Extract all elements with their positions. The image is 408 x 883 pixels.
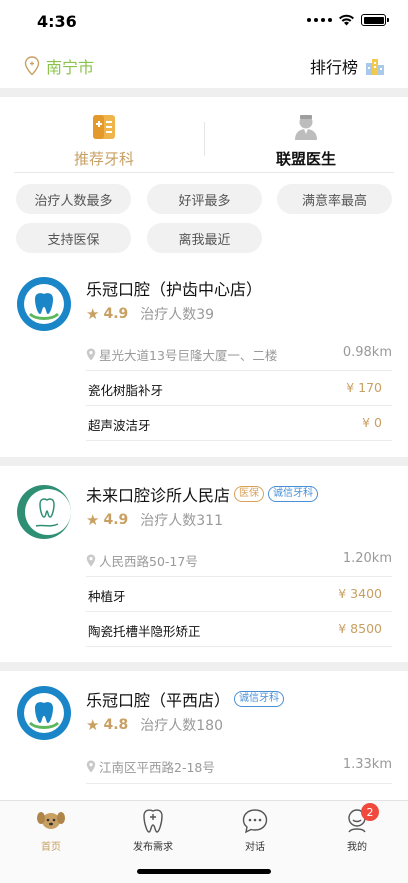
tabbar-profile[interactable]: 2 我的 [317,803,397,853]
home-indicator [137,869,271,874]
address-text: 星光大道13号巨隆大厦一、二楼 [99,348,278,363]
service-price: ¥ 0 [362,415,382,430]
signal-icon [307,18,332,22]
service-divider [86,370,392,371]
service-price: ¥ 8500 [338,621,382,636]
clinic-card[interactable]: 乐冠口腔（平西店） 诚信牙科 ★ 4.8 治疗人数180 江南区平西路2-18号… [0,671,408,800]
status-bar: 4:36 [0,0,408,44]
clinic-name: 乐冠口腔（平西店） 诚信牙科 [86,687,285,711]
service-name: 超声波洁牙 [88,418,151,433]
star-icon: ★ [86,716,100,734]
home-dog-icon [37,812,65,829]
status-time: 4:36 [37,12,77,31]
clinic-address: 江南区平西路2-18号 [86,757,215,776]
service-name: 陶瓷托槽半隐形矫正 [88,624,201,639]
tabs-underline [14,172,394,173]
patient-count: 治疗人数311 [140,513,223,529]
service-price: ¥ 3400 [338,586,382,601]
clinic-distance: 1.33km [342,757,392,772]
filter-most-patients[interactable]: 治疗人数最多 [16,184,131,214]
star-icon: ★ [86,511,100,529]
address-text: 人民西路50-17号 [99,554,198,569]
rating-score: 4.9 [103,512,129,528]
service-divider [86,611,392,612]
header: 南宁市 排行榜 [0,44,408,88]
patient-count: 治疗人数180 [140,718,223,734]
clinic-rating: ★ 4.9 治疗人数39 [86,304,214,324]
clinic-logo [17,485,71,539]
tabbar-label: 发布需求 [133,842,173,853]
clinic-distance: 0.98km [342,345,392,360]
service-name: 瓷化树脂补牙 [88,383,164,398]
clinic-card[interactable]: 乐冠口腔（护齿中心店） ★ 4.9 治疗人数39 星光大道13号巨隆大厦一、二楼… [0,262,408,457]
tabbar-label: 首页 [41,842,61,853]
section-divider [0,662,408,671]
tabbar-label: 我的 [347,842,367,853]
service-price: ¥ 170 [346,380,382,395]
tab-label: 联盟医生 [275,150,336,168]
ranking-building-icon [366,59,384,75]
star-icon: ★ [86,305,100,323]
filter-best-reviews[interactable]: 好评最多 [147,184,262,214]
insurance-badge: 医保 [234,486,265,502]
city-label: 南宁市 [46,58,95,77]
clinic-name-text: 乐冠口腔（平西店） [86,691,231,710]
trusted-dental-badge: 诚信牙科 [234,691,285,707]
clinic-rating: ★ 4.9 治疗人数311 [86,510,223,530]
service-divider [86,576,392,577]
city-selector[interactable]: 南宁市 [24,54,94,78]
clinic-name-text: 乐冠口腔（护齿中心店） [86,280,263,299]
rating-score: 4.8 [103,717,129,733]
filter-insurance[interactable]: 支持医保 [16,223,131,253]
location-icon [86,348,96,361]
filter-highest-satisfaction[interactable]: 满意率最高 [277,184,392,214]
service-divider [86,405,392,406]
location-pin-icon [24,56,40,76]
section-divider [0,457,408,466]
clinic-logo [17,277,71,331]
clinic-card[interactable]: 未来口腔诊所人民店 医保 诚信牙科 ★ 4.9 治疗人数311 人民西路50-1… [0,466,408,662]
service-divider [86,440,392,441]
service-divider [86,783,392,784]
rating-score: 4.9 [103,306,129,322]
clinic-address: 人民西路50-17号 [86,551,198,570]
clinic-name-text: 未来口腔诊所人民店 [86,486,231,505]
address-text: 江南区平西路2-18号 [99,760,215,775]
tab-label: 推荐牙科 [73,150,134,168]
battery-icon [361,14,389,26]
tab-separator [204,122,205,156]
location-icon [86,760,96,773]
clinic-address: 星光大道13号巨隆大厦一、二楼 [86,345,277,364]
service-name: 种植牙 [88,589,126,604]
ranking-label: 排行榜 [309,58,358,77]
location-icon [86,554,96,567]
tooth-plus-icon [143,809,163,833]
clinic-rating: ★ 4.8 治疗人数180 [86,715,223,735]
dental-clinic-icon [93,115,115,139]
section-divider [0,88,408,97]
tabbar-label: 对话 [245,842,265,853]
tabbar-home[interactable]: 首页 [11,807,91,853]
clinic-distance: 1.20km [342,551,392,566]
clinic-logo [17,686,71,740]
patient-count: 治疗人数39 [140,307,215,323]
filter-nearest[interactable]: 离我最近 [147,223,262,253]
clinic-name: 乐冠口腔（护齿中心店） [86,276,262,300]
tabbar-post-request[interactable]: 发布需求 [113,807,193,853]
tabbar-chat[interactable]: 对话 [215,807,295,853]
notification-badge: 2 [361,803,379,821]
doctor-icon [295,115,317,140]
chat-bubble-icon [242,809,268,834]
clinic-name: 未来口腔诊所人民店 医保 诚信牙科 [86,482,319,506]
wifi-icon [339,14,354,26]
service-divider [86,646,392,647]
trusted-dental-badge: 诚信牙科 [268,486,319,502]
ranking-link[interactable]: 排行榜 [310,54,386,78]
category-tabs: 推荐牙科 联盟医生 [0,106,408,176]
status-icons [307,14,389,26]
